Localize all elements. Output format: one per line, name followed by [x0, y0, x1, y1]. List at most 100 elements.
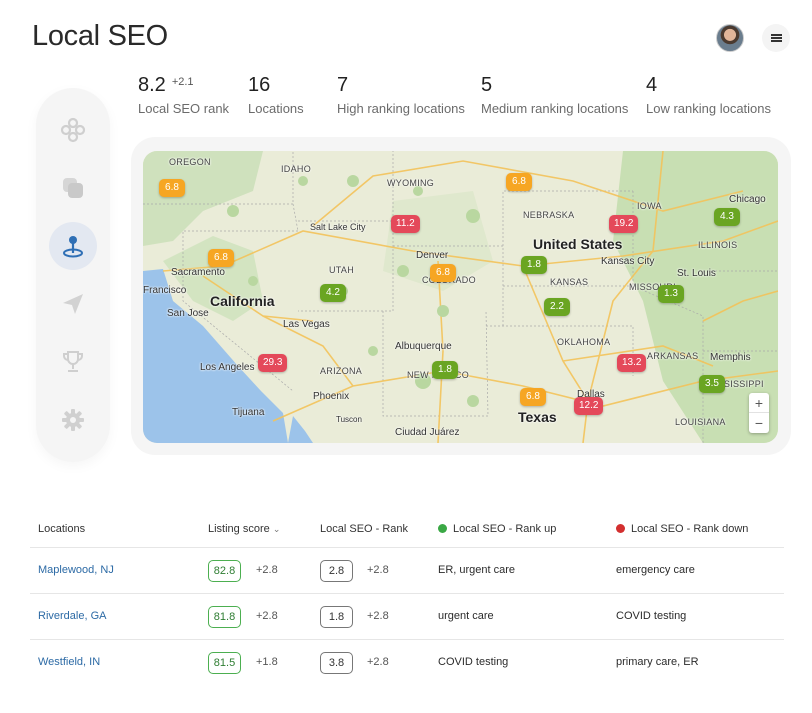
map-label: ARKANSAS	[647, 351, 699, 361]
stat-value: 4	[646, 74, 658, 96]
map-rank-pin[interactable]: 6.8	[159, 179, 185, 197]
table-header: Locations Listing score ⌄ Local SEO - Ra…	[30, 512, 784, 548]
header-locations[interactable]: Locations	[38, 523, 85, 535]
map-rank-pin[interactable]: 12.2	[574, 397, 604, 415]
zoom-in-button[interactable]: +	[749, 393, 769, 413]
header-rank-down-label: Local SEO - Rank down	[631, 523, 749, 535]
stat-medium-ranking: 5 Medium ranking locations	[481, 74, 628, 116]
map-label: Salt Lake City	[310, 222, 366, 232]
sidebar-item-settings[interactable]	[49, 396, 97, 444]
map-rank-pin[interactable]: 6.8	[506, 173, 532, 191]
map-label: Tuscon	[336, 415, 362, 424]
sidebar-item-campaigns[interactable]	[49, 280, 97, 328]
map-label: ARIZONA	[320, 366, 363, 376]
seo-rank-badge: 3.8	[320, 652, 353, 674]
map-rank-pin[interactable]: 3.5	[699, 375, 725, 393]
stat-delta: +2.1	[171, 76, 194, 88]
rank-up-keywords: COVID testing	[438, 656, 509, 668]
map-label: Phoenix	[313, 391, 350, 402]
listing-score-badge: 81.8	[208, 606, 241, 628]
sidebar-item-locations[interactable]	[49, 222, 97, 270]
sort-chevron-icon: ⌄	[272, 524, 281, 534]
map-rank-pin[interactable]: 6.8	[208, 249, 234, 267]
hamburger-icon	[770, 37, 782, 39]
location-link[interactable]: Maplewood, NJ	[38, 564, 114, 576]
stat-label: Locations	[248, 101, 304, 116]
seo-rank-delta: +2.8	[367, 564, 389, 576]
location-link[interactable]: Riverdale, GA	[38, 610, 106, 622]
stat-label: Medium ranking locations	[481, 101, 629, 116]
map-rank-pin[interactable]: 1.3	[658, 285, 684, 303]
listing-score-delta: +2.8	[256, 610, 278, 622]
sidebar-item-dashboard[interactable]	[49, 106, 97, 154]
stat-local-seo-rank: 8.2 +2.1 Local SEO rank	[138, 74, 229, 116]
map-rank-pin[interactable]: 6.8	[430, 264, 456, 282]
stat-value: 16	[248, 74, 271, 96]
stat-label: High ranking locations	[337, 101, 465, 116]
seo-rank-delta: +2.8	[367, 656, 389, 668]
rank-down-keywords: emergency care	[616, 564, 695, 576]
menu-button[interactable]	[762, 24, 790, 52]
layers-icon	[63, 178, 83, 198]
stat-label: Local SEO rank	[138, 101, 230, 116]
seo-rank-badge: 1.8	[320, 606, 353, 628]
map-rank-pin[interactable]: 2.2	[544, 298, 570, 316]
stat-value: 8.2	[138, 74, 166, 96]
map-label: WYOMING	[387, 178, 435, 188]
avatar[interactable]	[716, 24, 744, 52]
map-label: Denver	[416, 250, 449, 261]
stat-label: Low ranking locations	[646, 101, 772, 116]
map-zoom-controls: + −	[749, 393, 769, 433]
map-rank-pin[interactable]: 6.8	[520, 388, 546, 406]
map-label: San Jose	[167, 308, 209, 319]
map-label: ILLINOIS	[698, 240, 738, 250]
map-rank-pin[interactable]: 4.3	[714, 208, 740, 226]
sidebar-item-layers[interactable]	[49, 164, 97, 212]
sidebar	[36, 88, 110, 462]
map-label: UTAH	[329, 265, 355, 275]
stat-value: 7	[337, 74, 349, 96]
header-seo-rank[interactable]: Local SEO - Rank	[320, 523, 408, 535]
map-label: LOUISIANA	[675, 417, 726, 427]
map-label: United States	[533, 236, 623, 252]
sidebar-item-awards[interactable]	[49, 338, 97, 386]
zoom-out-button[interactable]: −	[749, 413, 769, 433]
map-rank-pin[interactable]: 4.2	[320, 284, 346, 302]
header-listing-score[interactable]: Listing score ⌄	[208, 523, 280, 535]
map-label: NEBRASKA	[523, 210, 575, 220]
stat-high-ranking: 7 High ranking locations	[337, 74, 465, 116]
page-title: Local SEO	[32, 20, 168, 52]
location-pin-icon	[63, 236, 83, 258]
location-link[interactable]: Westfield, IN	[38, 656, 100, 668]
rank-up-keywords: ER, urgent care	[438, 564, 516, 576]
map-label: IDAHO	[281, 164, 312, 174]
map-label: OREGON	[169, 157, 211, 167]
header-listing-score-label: Listing score	[208, 523, 270, 535]
map-rank-pin[interactable]: 13.2	[617, 354, 647, 372]
red-dot-icon	[616, 524, 625, 533]
map-rank-pin[interactable]: 19.2	[609, 215, 639, 233]
map-label: OKLAHOMA	[557, 337, 611, 347]
listing-score-delta: +1.8	[256, 656, 278, 668]
listing-score-delta: +2.8	[256, 564, 278, 576]
map-rank-pin[interactable]: 11.2	[391, 215, 420, 233]
settings-icon	[62, 409, 84, 431]
rank-up-keywords: urgent care	[438, 610, 494, 622]
table-row: Maplewood, NJ 82.8 +2.8 2.8 +2.8 ER, urg…	[30, 548, 784, 594]
map-label: Ciudad Juárez	[395, 427, 460, 438]
listing-score-badge: 81.5	[208, 652, 241, 674]
map-rank-pin[interactable]: 1.8	[521, 256, 547, 274]
stat-locations: 16 Locations	[248, 74, 304, 116]
map-rank-pin[interactable]: 29.3	[258, 354, 288, 372]
map-label: Memphis	[710, 352, 751, 363]
seo-rank-badge: 2.8	[320, 560, 353, 582]
dashboard-icon	[60, 117, 86, 143]
map-label: Kansas City	[601, 256, 655, 267]
map-label: Las Vegas	[283, 319, 330, 330]
green-dot-icon	[438, 524, 447, 533]
header-rank-up-label: Local SEO - Rank up	[453, 523, 557, 535]
header-rank-up[interactable]: Local SEO - Rank up	[438, 523, 556, 535]
trophy-icon	[63, 351, 83, 372]
map-rank-pin[interactable]: 1.8	[432, 361, 458, 379]
header-rank-down[interactable]: Local SEO - Rank down	[616, 523, 748, 535]
